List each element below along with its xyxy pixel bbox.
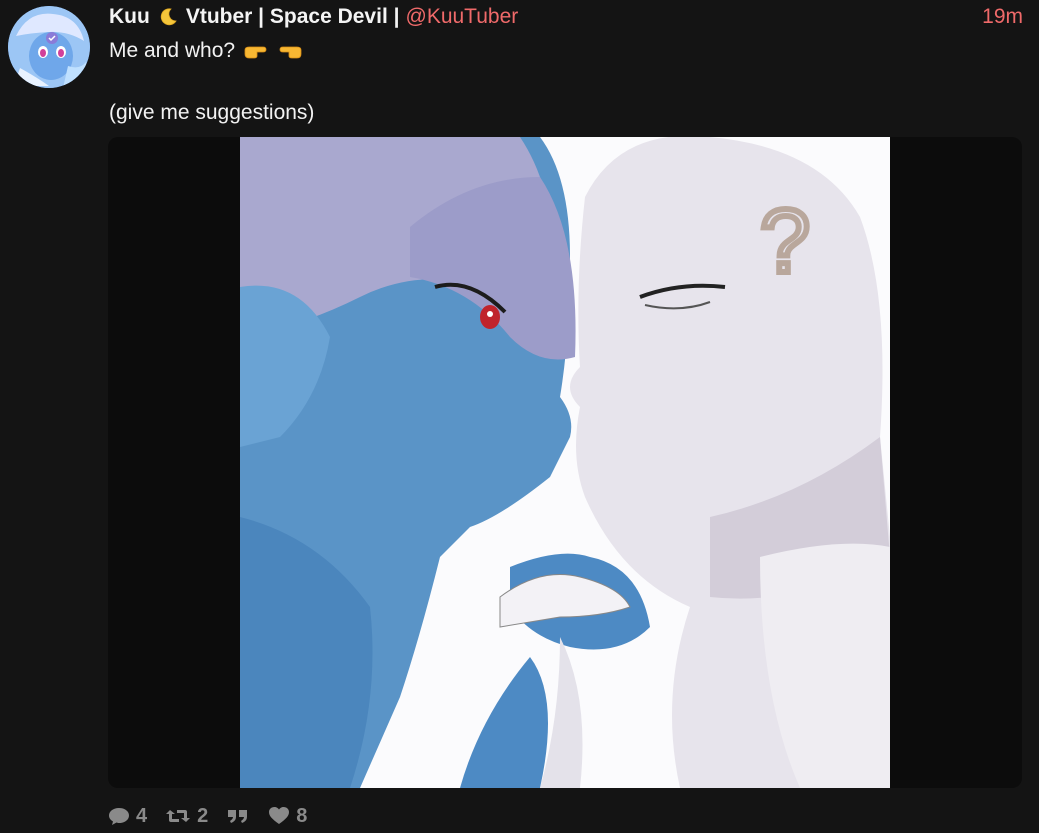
post-actions: 4 2 8 (108, 803, 325, 829)
like-button[interactable]: 8 (268, 805, 307, 828)
post-header: Kuu Vtuber | Space Devil | @KuuTuber 19m (109, 5, 1023, 29)
post-text-line-2: (give me suggestions) (109, 101, 315, 124)
retweet-count: 2 (197, 804, 209, 827)
post-text: Me and who? (109, 39, 236, 62)
illustration-image: ? (240, 137, 890, 788)
post-text-line-1: Me and who? (109, 39, 303, 63)
avatar-image (8, 6, 90, 88)
post-timestamp[interactable]: 19m (982, 5, 1023, 29)
question-mark-text: ? (760, 192, 810, 292)
reply-button[interactable]: 4 (108, 805, 147, 828)
heart-icon (269, 807, 290, 824)
display-name-suffix[interactable]: Vtuber | Space Devil | (186, 5, 400, 29)
retweet-button[interactable]: 2 (165, 805, 208, 828)
pointing-left-emoji-icon (277, 41, 303, 61)
retweet-icon (166, 810, 191, 822)
pointing-right-emoji-icon (243, 41, 269, 61)
crescent-moon-icon (158, 7, 178, 27)
user-handle[interactable]: @KuuTuber (406, 5, 519, 29)
post-media[interactable]: ? (108, 137, 1022, 788)
display-name[interactable]: Kuu (109, 5, 150, 29)
comment-icon (109, 808, 129, 825)
post-illustration[interactable]: ? (240, 137, 890, 788)
like-count: 8 (296, 804, 308, 827)
quote-button[interactable] (226, 806, 250, 826)
reply-count: 4 (136, 804, 148, 827)
avatar[interactable] (8, 6, 90, 88)
quote-icon (228, 810, 248, 823)
